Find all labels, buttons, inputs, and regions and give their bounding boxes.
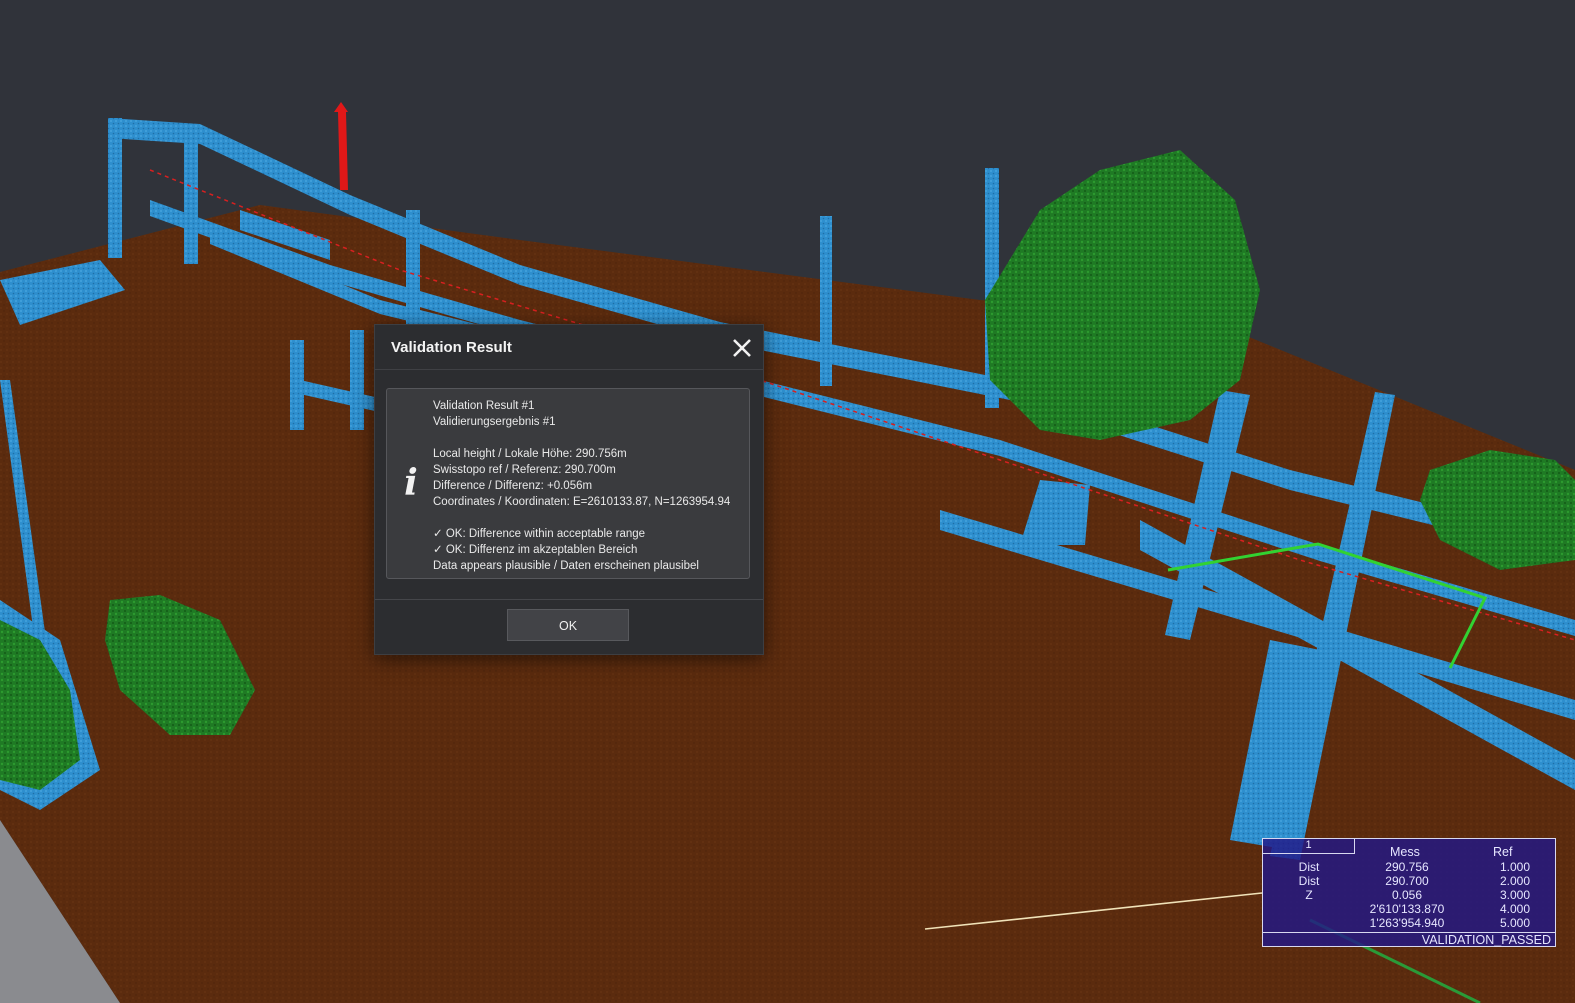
measurement-panel[interactable]: 1 Mess Ref Dist 290.756 1.000 Dist 290.7… [1262, 838, 1556, 947]
row-label: Dist [1298, 874, 1320, 888]
ok-message-en: ✓ OK: Difference within acceptable range [433, 528, 646, 540]
row-label: Z [1305, 888, 1313, 902]
difference: Difference / Differenz: +0.056m [433, 480, 593, 492]
marker-arrow [334, 102, 348, 190]
row-label: Dist [1298, 860, 1320, 874]
row-mess: 2'610'133.870 [1369, 902, 1445, 916]
measurement-row: Dist 290.756 1.000 [1263, 860, 1557, 874]
row-ref: 3.000 [1499, 888, 1531, 902]
measurement-row: Z 0.056 3.000 [1263, 888, 1557, 902]
measurement-headers: Mess Ref [1263, 845, 1557, 859]
measurement-row: 2'610'133.870 4.000 [1263, 902, 1557, 916]
row-mess: 0.056 [1391, 888, 1423, 902]
message-panel: i Validation Result #1 Validierungsergeb… [386, 388, 750, 579]
ok-button[interactable]: OK [507, 609, 629, 641]
row-ref: 4.000 [1499, 902, 1531, 916]
plausible-message: Data appears plausible / Daten erscheine… [433, 560, 699, 572]
row-ref: 1.000 [1499, 860, 1531, 874]
dialog-divider [375, 599, 763, 600]
ok-message-de: ✓ OK: Differenz im akzeptablen Bereich [433, 544, 638, 556]
result-title-en: Validation Result #1 [433, 400, 535, 412]
row-mess: 290.756 [1385, 860, 1429, 874]
row-mess: 1'263'954.940 [1369, 916, 1445, 930]
dialog-header: Validation Result [375, 325, 763, 370]
measurement-row: 1'263'954.940 5.000 [1263, 916, 1557, 930]
dialog-title: Validation Result [391, 339, 512, 356]
header-ref: Ref [1493, 845, 1513, 859]
row-ref: 2.000 [1499, 874, 1531, 888]
row-mess: 290.700 [1385, 874, 1429, 888]
measurement-row: Dist 290.700 2.000 [1263, 874, 1557, 888]
row-ref: 5.000 [1499, 916, 1531, 930]
message-text: Validation Result #1 Validierungsergebni… [433, 398, 730, 574]
result-title-de: Validierungsergebnis #1 [433, 416, 556, 428]
validation-result-dialog: Validation Result i Validation Result #1… [374, 324, 764, 655]
info-icon: i [404, 462, 418, 504]
local-height: Local height / Lokale Höhe: 290.756m [433, 448, 627, 460]
validation-status: VALIDATION_PASSED [1263, 932, 1555, 947]
coordinates: Coordinates / Koordinaten: E=2610133.87,… [433, 496, 731, 508]
measurement-rows: Dist 290.756 1.000 Dist 290.700 2.000 Z … [1263, 860, 1557, 930]
swisstopo-ref: Swisstopo ref / Referenz: 290.700m [433, 464, 616, 476]
header-mess: Mess [1390, 845, 1420, 859]
close-icon[interactable] [729, 335, 755, 361]
